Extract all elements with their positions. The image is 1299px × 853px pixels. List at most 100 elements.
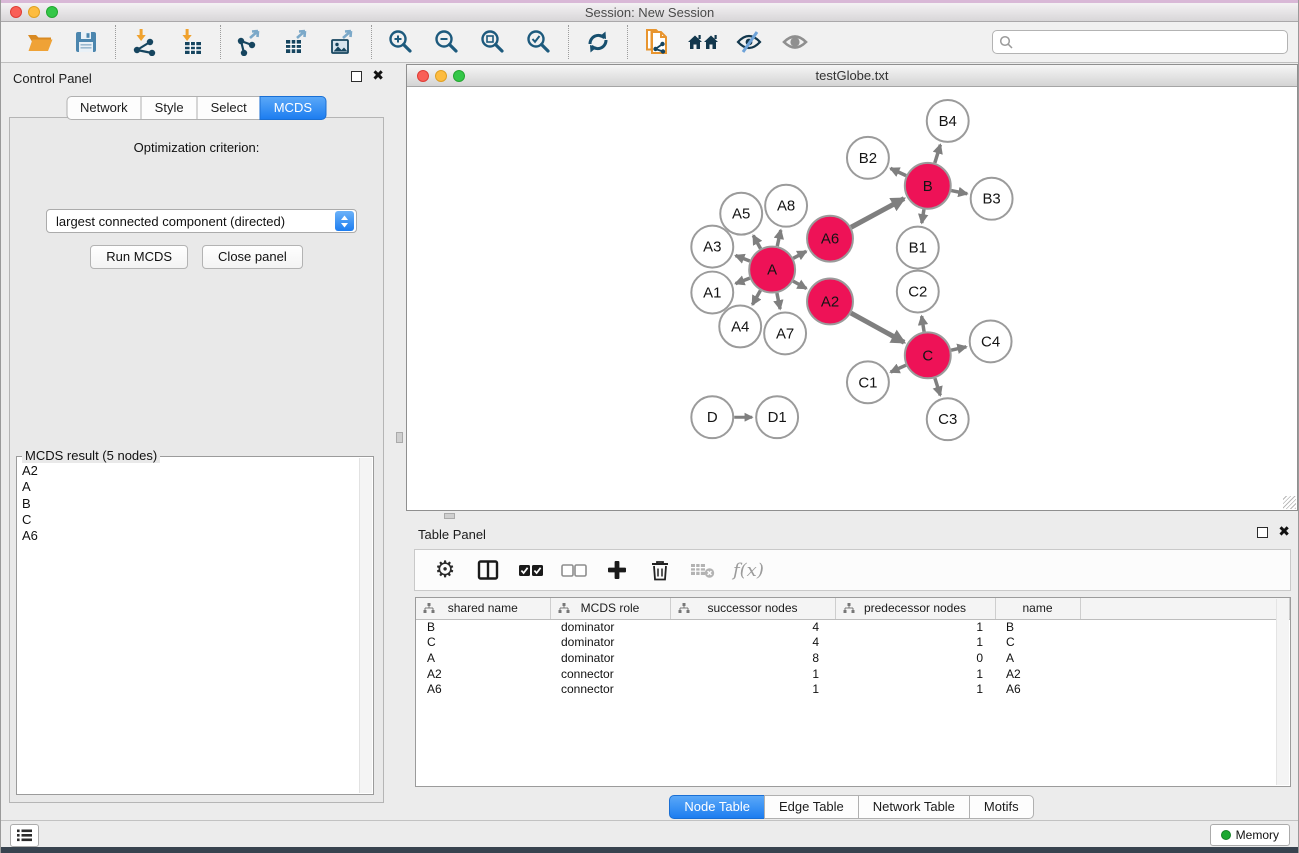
open-file-button[interactable] [24, 26, 56, 58]
list-item[interactable]: A [22, 479, 373, 495]
criterion-dropdown[interactable]: largest connected component (directed) [46, 209, 357, 233]
export-table-button[interactable] [280, 26, 312, 58]
minimize-window-button[interactable] [28, 6, 40, 18]
table-mode-button[interactable]: ⚙ [432, 557, 458, 583]
zoom-in-button[interactable] [385, 26, 417, 58]
graph-edge-C-C3[interactable] [935, 378, 940, 395]
table-row[interactable]: A6connector11A6 [416, 681, 1290, 697]
close-panel-icon[interactable]: ✖ [372, 71, 384, 82]
graph-node-B2[interactable]: B2 [847, 137, 889, 179]
close-table-panel-icon[interactable]: ✖ [1278, 527, 1290, 538]
table-row[interactable]: Adominator80A [416, 650, 1290, 666]
graph-edge-A-A6[interactable] [793, 251, 806, 258]
graph-node-A[interactable]: A [749, 247, 795, 293]
search-input[interactable] [992, 30, 1288, 54]
graph-edge-B-B2[interactable] [891, 168, 907, 175]
graph-edge-A-A1[interactable] [736, 278, 750, 283]
splitter-handle[interactable] [396, 432, 403, 443]
apply-layout-button[interactable] [582, 26, 614, 58]
graph-node-B1[interactable]: B1 [897, 227, 939, 269]
graph-node-A4[interactable]: A4 [719, 305, 761, 347]
graph-node-D[interactable]: D [691, 396, 733, 438]
new-network-from-selection-button[interactable] [641, 26, 673, 58]
graph-edge-A-A2[interactable] [793, 281, 806, 288]
graph-node-C[interactable]: C [905, 332, 951, 378]
column-header-predecessor-nodes[interactable]: predecessor nodes [835, 598, 995, 619]
graph-node-D1[interactable]: D1 [756, 396, 798, 438]
column-header-shared-name[interactable]: shared name [416, 598, 550, 619]
graph-edge-A6-B[interactable] [851, 199, 904, 228]
table-row[interactable]: A2connector11A2 [416, 666, 1290, 682]
network-minimize-button[interactable] [435, 70, 447, 82]
graph-node-C1[interactable]: C1 [847, 361, 889, 403]
graph-node-A7[interactable]: A7 [764, 312, 806, 354]
import-table-button[interactable] [175, 26, 207, 58]
network-canvas[interactable]: AA1A2A3A4A5A6A7A8BB1B2B3B4CC1C2C3C4DD1 [408, 87, 1296, 509]
graph-edge-A-A5[interactable] [753, 236, 760, 249]
float-table-panel-icon[interactable] [1257, 527, 1268, 538]
graph-edge-C-C4[interactable] [951, 347, 966, 350]
graph-edge-A-A3[interactable] [736, 256, 750, 261]
graph-edge-A-A4[interactable] [752, 290, 760, 304]
tab-mcds[interactable]: MCDS [260, 96, 326, 120]
delete-columns-button[interactable] [647, 557, 673, 583]
run-mcds-button[interactable]: Run MCDS [90, 245, 188, 269]
tab-network[interactable]: Network [66, 96, 142, 120]
network-close-button[interactable] [417, 70, 429, 82]
memory-button[interactable]: Memory [1210, 824, 1290, 846]
show-graphics-details-button[interactable] [779, 26, 811, 58]
zoom-out-button[interactable] [431, 26, 463, 58]
list-item[interactable]: A6 [22, 528, 373, 544]
panel-splitter[interactable] [392, 63, 406, 820]
graph-edge-B-B1[interactable] [922, 209, 924, 223]
graph-edge-A2-C[interactable] [851, 313, 904, 342]
window-resize-grip[interactable] [1283, 496, 1296, 509]
tab-network-table[interactable]: Network Table [858, 795, 970, 819]
reset-view-button[interactable] [687, 26, 719, 58]
hide-graphics-details-button[interactable] [733, 26, 765, 58]
show-hide-columns-button[interactable] [475, 557, 501, 583]
column-header-successor-nodes[interactable]: successor nodes [670, 598, 835, 619]
float-panel-icon[interactable] [351, 71, 362, 82]
column-header-name[interactable]: name [995, 598, 1080, 619]
graph-edge-C-C1[interactable] [891, 365, 906, 372]
save-session-button[interactable] [70, 26, 102, 58]
zoom-selected-button[interactable] [523, 26, 555, 58]
graph-node-C4[interactable]: C4 [970, 320, 1012, 362]
select-all-rows-button[interactable] [518, 557, 544, 583]
close-window-button[interactable] [10, 6, 22, 18]
table-row[interactable]: Bdominator41B [416, 619, 1290, 635]
export-network-button[interactable] [234, 26, 266, 58]
graph-node-B3[interactable]: B3 [971, 178, 1013, 220]
tab-node-table[interactable]: Node Table [669, 795, 765, 819]
export-image-button[interactable] [326, 26, 358, 58]
tab-motifs[interactable]: Motifs [969, 795, 1034, 819]
graph-node-B[interactable]: B [905, 163, 951, 209]
column-header-mcds-role[interactable]: MCDS role [550, 598, 670, 619]
graph-node-A8[interactable]: A8 [765, 185, 807, 227]
tab-select[interactable]: Select [197, 96, 261, 120]
tab-style[interactable]: Style [141, 96, 198, 120]
graph-node-A5[interactable]: A5 [720, 193, 762, 235]
graph-edge-A-A7[interactable] [777, 293, 780, 309]
graph-edge-B-B3[interactable] [951, 191, 967, 194]
tab-edge-table[interactable]: Edge Table [764, 795, 859, 819]
list-item[interactable]: A2 [22, 463, 373, 479]
zoom-fit-button[interactable] [477, 26, 509, 58]
table-row[interactable]: Cdominator41C [416, 635, 1290, 651]
graph-node-C3[interactable]: C3 [927, 398, 969, 440]
graph-node-A1[interactable]: A1 [691, 272, 733, 314]
result-scrollbar[interactable] [359, 458, 372, 793]
graph-node-B4[interactable]: B4 [927, 100, 969, 142]
close-panel-button[interactable]: Close panel [202, 245, 303, 269]
graph-node-A3[interactable]: A3 [691, 226, 733, 268]
graph-node-C2[interactable]: C2 [897, 271, 939, 313]
list-item[interactable]: C [22, 512, 373, 528]
deselect-all-rows-button[interactable] [561, 557, 587, 583]
zoom-window-button[interactable] [46, 6, 58, 18]
graph-edge-C-C2[interactable] [922, 316, 924, 332]
graph-edge-B-B4[interactable] [935, 145, 941, 163]
list-item[interactable]: B [22, 496, 373, 512]
graph-node-A2[interactable]: A2 [807, 279, 853, 325]
create-column-button[interactable] [604, 557, 630, 583]
